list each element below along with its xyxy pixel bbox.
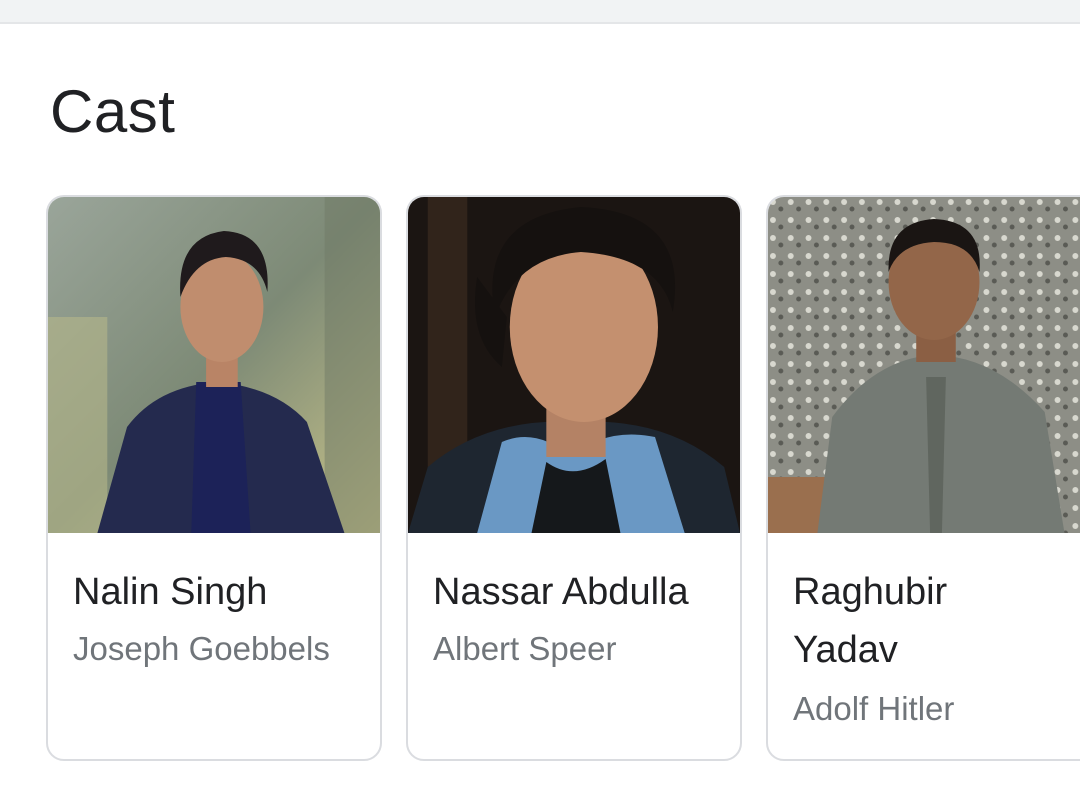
cast-card[interactable]: Nassar Abdulla Albert Speer <box>406 195 742 761</box>
cast-section-title: Cast <box>50 78 176 145</box>
actor-name: Nassar Abdulla <box>433 571 689 613</box>
actor-name: Raghubir Yadav <box>793 571 948 671</box>
actor-photo <box>408 197 740 533</box>
cast-card[interactable]: Nalin Singh Joseph Goebbels <box>46 195 382 761</box>
character-name: Albert Speer <box>433 630 617 667</box>
cast-carousel[interactable]: Nalin Singh Joseph Goebbels Nassar Abdul… <box>0 195 1080 767</box>
actor-photo <box>48 197 380 533</box>
character-name: Joseph Goebbels <box>73 630 330 667</box>
actor-photo <box>768 197 1080 533</box>
top-divider-strip <box>0 0 1080 24</box>
cast-card[interactable]: Raghubir Yadav Adolf Hitler <box>766 195 1080 761</box>
actor-name: Nalin Singh <box>73 571 268 613</box>
character-name: Adolf Hitler <box>793 690 955 727</box>
